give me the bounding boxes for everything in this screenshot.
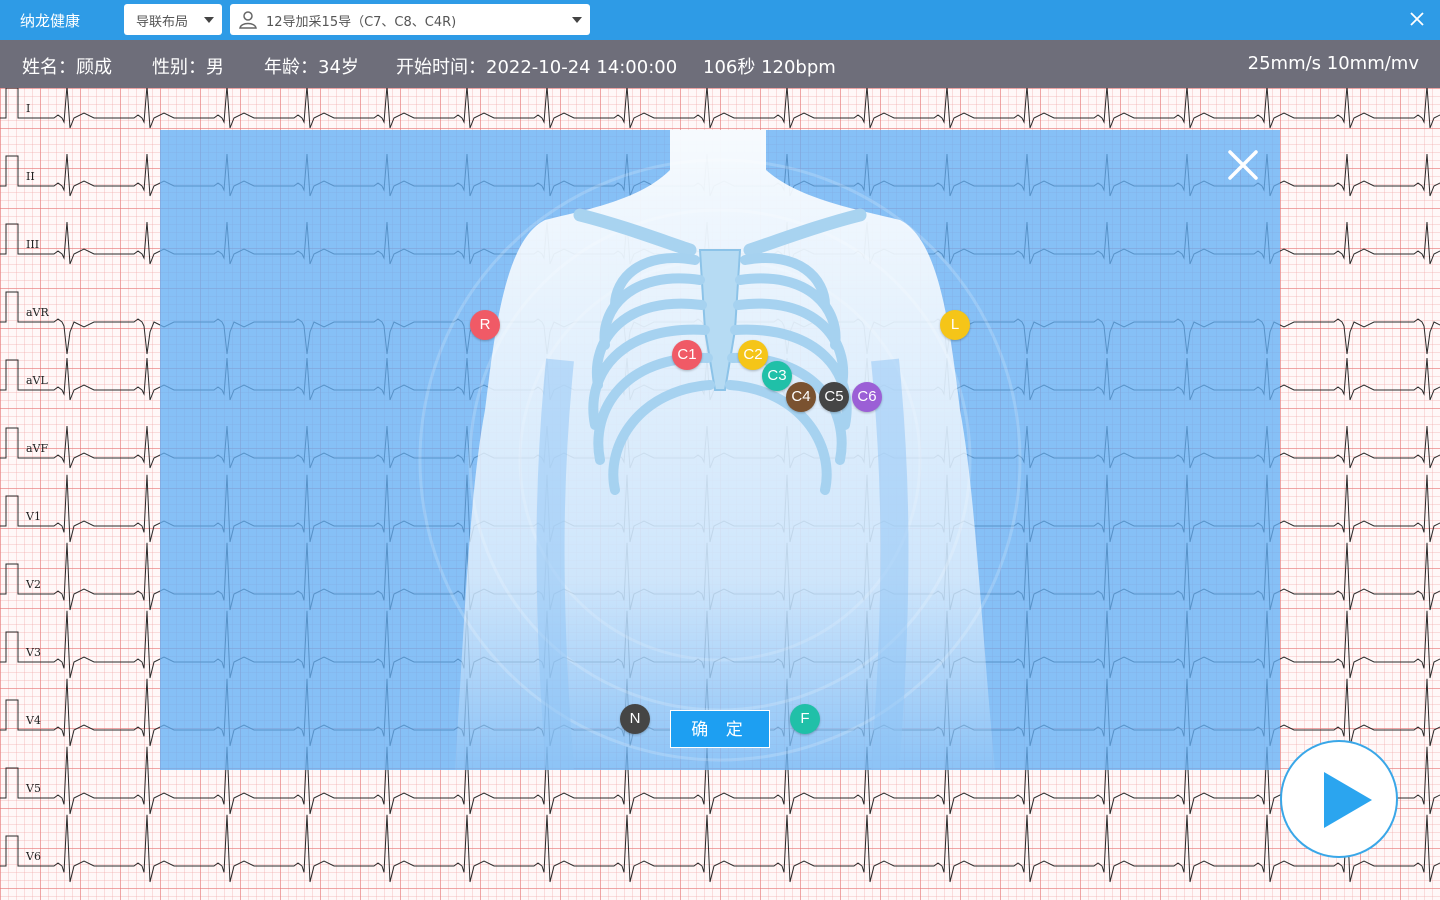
lead-layout-value: 导联布局 xyxy=(136,15,189,30)
electrode-c3[interactable]: C3 xyxy=(762,361,792,391)
duration-heart-rate: 106秒 120bpm xyxy=(703,57,836,78)
lead-mode-value: 12导加采15导（C7、C8、C4R) xyxy=(266,15,457,30)
app-title: 纳龙健康 xyxy=(20,12,81,30)
lead-label: V4 xyxy=(26,714,41,727)
electrode-f[interactable]: F xyxy=(790,704,820,734)
lead-label: aVR xyxy=(26,306,49,319)
electrode-placement-dialog: R L C1 C2 C3 C4 C5 C6 N F 确 定 xyxy=(160,130,1280,770)
lead-label: I xyxy=(26,102,31,115)
electrode-c2[interactable]: C2 xyxy=(738,340,768,370)
ecg-trace xyxy=(0,814,1440,883)
lead-label: aVL xyxy=(26,374,48,387)
lead-mode-select[interactable]: 12导加采15导（C7、C8、C4R) xyxy=(230,4,590,35)
person-icon xyxy=(239,11,257,29)
lead-label: V5 xyxy=(26,782,41,795)
electrode-c6[interactable]: C6 xyxy=(852,382,882,412)
electrode-c5[interactable]: C5 xyxy=(819,382,849,412)
patient-age: 年龄：34岁 xyxy=(264,57,359,78)
lead-label: V6 xyxy=(26,850,41,863)
electrode-n[interactable]: N xyxy=(620,704,650,734)
patient-name: 姓名：顾成 xyxy=(22,57,112,78)
body-illustration xyxy=(418,130,1022,770)
play-icon xyxy=(1324,772,1372,828)
lead-label: V3 xyxy=(26,646,41,659)
electrode-c1[interactable]: C1 xyxy=(672,340,702,370)
close-icon[interactable] xyxy=(1226,148,1260,182)
play-button[interactable] xyxy=(1280,740,1398,858)
electrode-c4[interactable]: C4 xyxy=(786,382,816,412)
patient-gender: 性别：男 xyxy=(152,57,224,78)
lead-layout-select[interactable]: 导联布局 xyxy=(124,4,222,35)
caret-down-icon xyxy=(572,17,582,23)
confirm-button[interactable]: 确 定 xyxy=(670,710,770,748)
caret-down-icon xyxy=(204,17,214,23)
electrode-r[interactable]: R xyxy=(470,310,500,340)
ecg-trace xyxy=(0,88,1440,129)
lead-label: II xyxy=(26,170,35,183)
start-time: 开始时间：2022-10-24 14:00:00 xyxy=(396,57,678,78)
lead-label: aVF xyxy=(26,442,49,455)
lead-label: III xyxy=(26,238,40,251)
lead-label: V2 xyxy=(26,578,41,591)
title-bar: 纳龙健康 导联布局 12导加采15导（C7、C8、C4R) xyxy=(0,0,1440,40)
speed-gain: 25mm/s 10mm/mv xyxy=(1247,53,1419,74)
close-icon[interactable] xyxy=(1406,8,1428,30)
patient-info-bar: 姓名：顾成 性别：男 年龄：34岁 开始时间：2022-10-24 14:00:… xyxy=(0,40,1440,88)
lead-label: V1 xyxy=(26,510,41,523)
electrode-l[interactable]: L xyxy=(940,310,970,340)
